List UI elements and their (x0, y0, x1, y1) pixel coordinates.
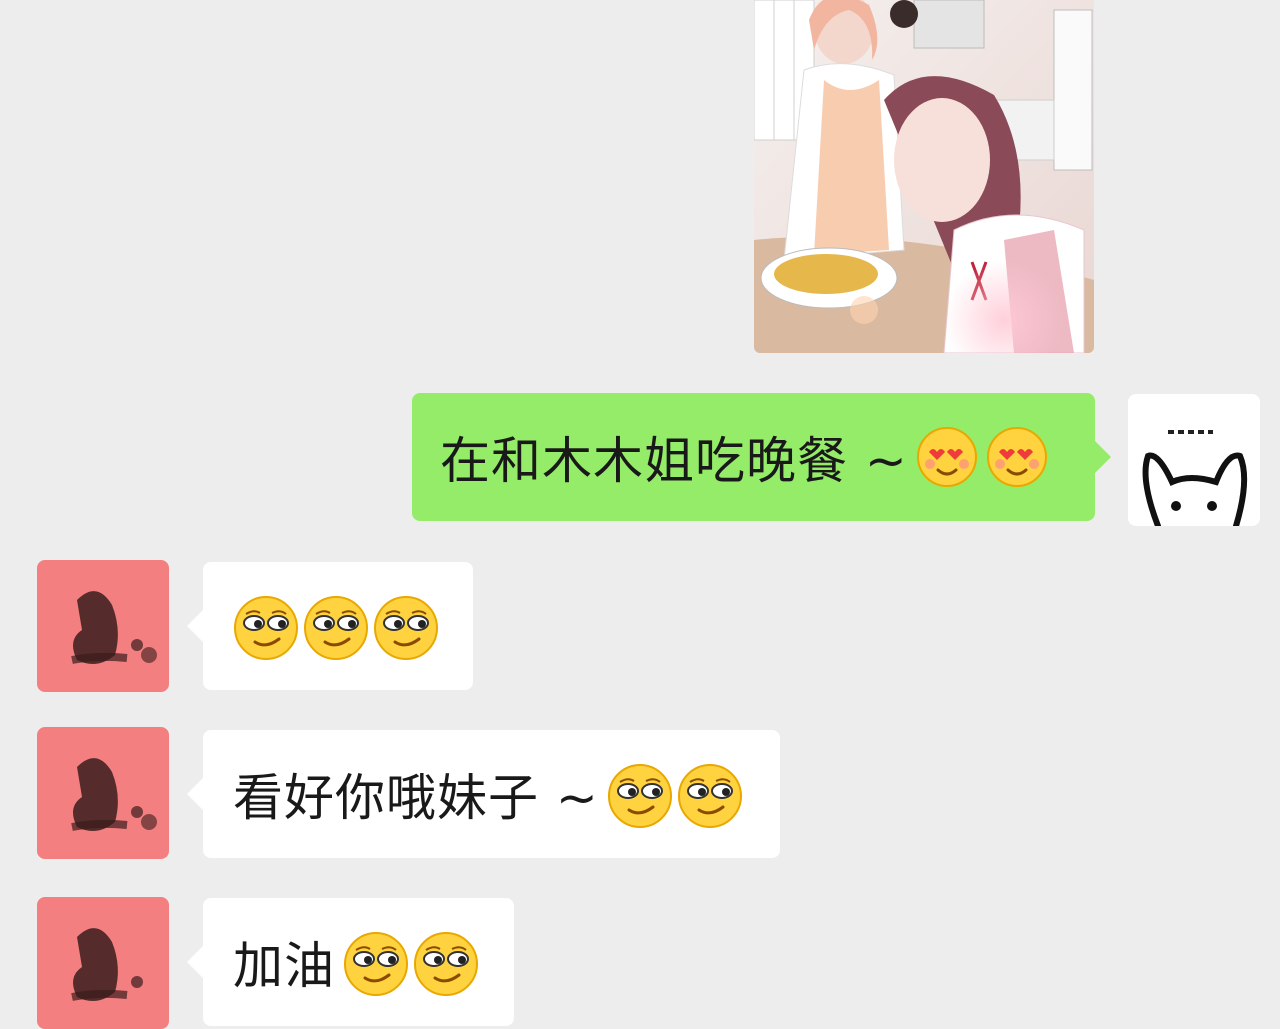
dinner-photo-icon (754, 0, 1094, 353)
contact-avatar[interactable] (37, 897, 169, 1029)
contact-message-bubble[interactable] (187, 562, 473, 690)
contact-avatar[interactable] (37, 727, 169, 859)
smirk-emoji-icon (343, 931, 408, 996)
contact-message-bubble[interactable]: 加油 (187, 898, 514, 1026)
smirk-emoji-icon (233, 595, 298, 660)
message-text: 加油 (233, 937, 335, 995)
ink-figure-icon (71, 758, 157, 831)
dinner-photo-message[interactable] (754, 0, 1094, 353)
ink-figure-icon (71, 591, 157, 664)
ink-figure-icon (71, 928, 143, 1001)
heart-eyes-emoji-icon (916, 426, 978, 488)
contact-message-bubble[interactable]: 看好你哦妹子 ~ (187, 730, 780, 858)
my-message-bubble[interactable]: 在和木木姐吃晚餐 ~ (412, 393, 1111, 521)
heart-eyes-emoji-icon (986, 426, 1048, 488)
contact-avatar[interactable] (37, 560, 169, 692)
message-text: 看好你哦妹子 ~ (233, 769, 599, 827)
smirk-emoji-icon (677, 763, 742, 828)
smirk-emoji-icon (303, 595, 368, 660)
smirk-emoji-icon (413, 931, 478, 996)
bunny-icon (1142, 430, 1248, 526)
message-text: 在和木木姐吃晚餐 ~ (440, 432, 908, 490)
smirk-emoji-icon (607, 763, 672, 828)
my-avatar[interactable] (1128, 394, 1260, 526)
smirk-emoji-icon (373, 595, 438, 660)
